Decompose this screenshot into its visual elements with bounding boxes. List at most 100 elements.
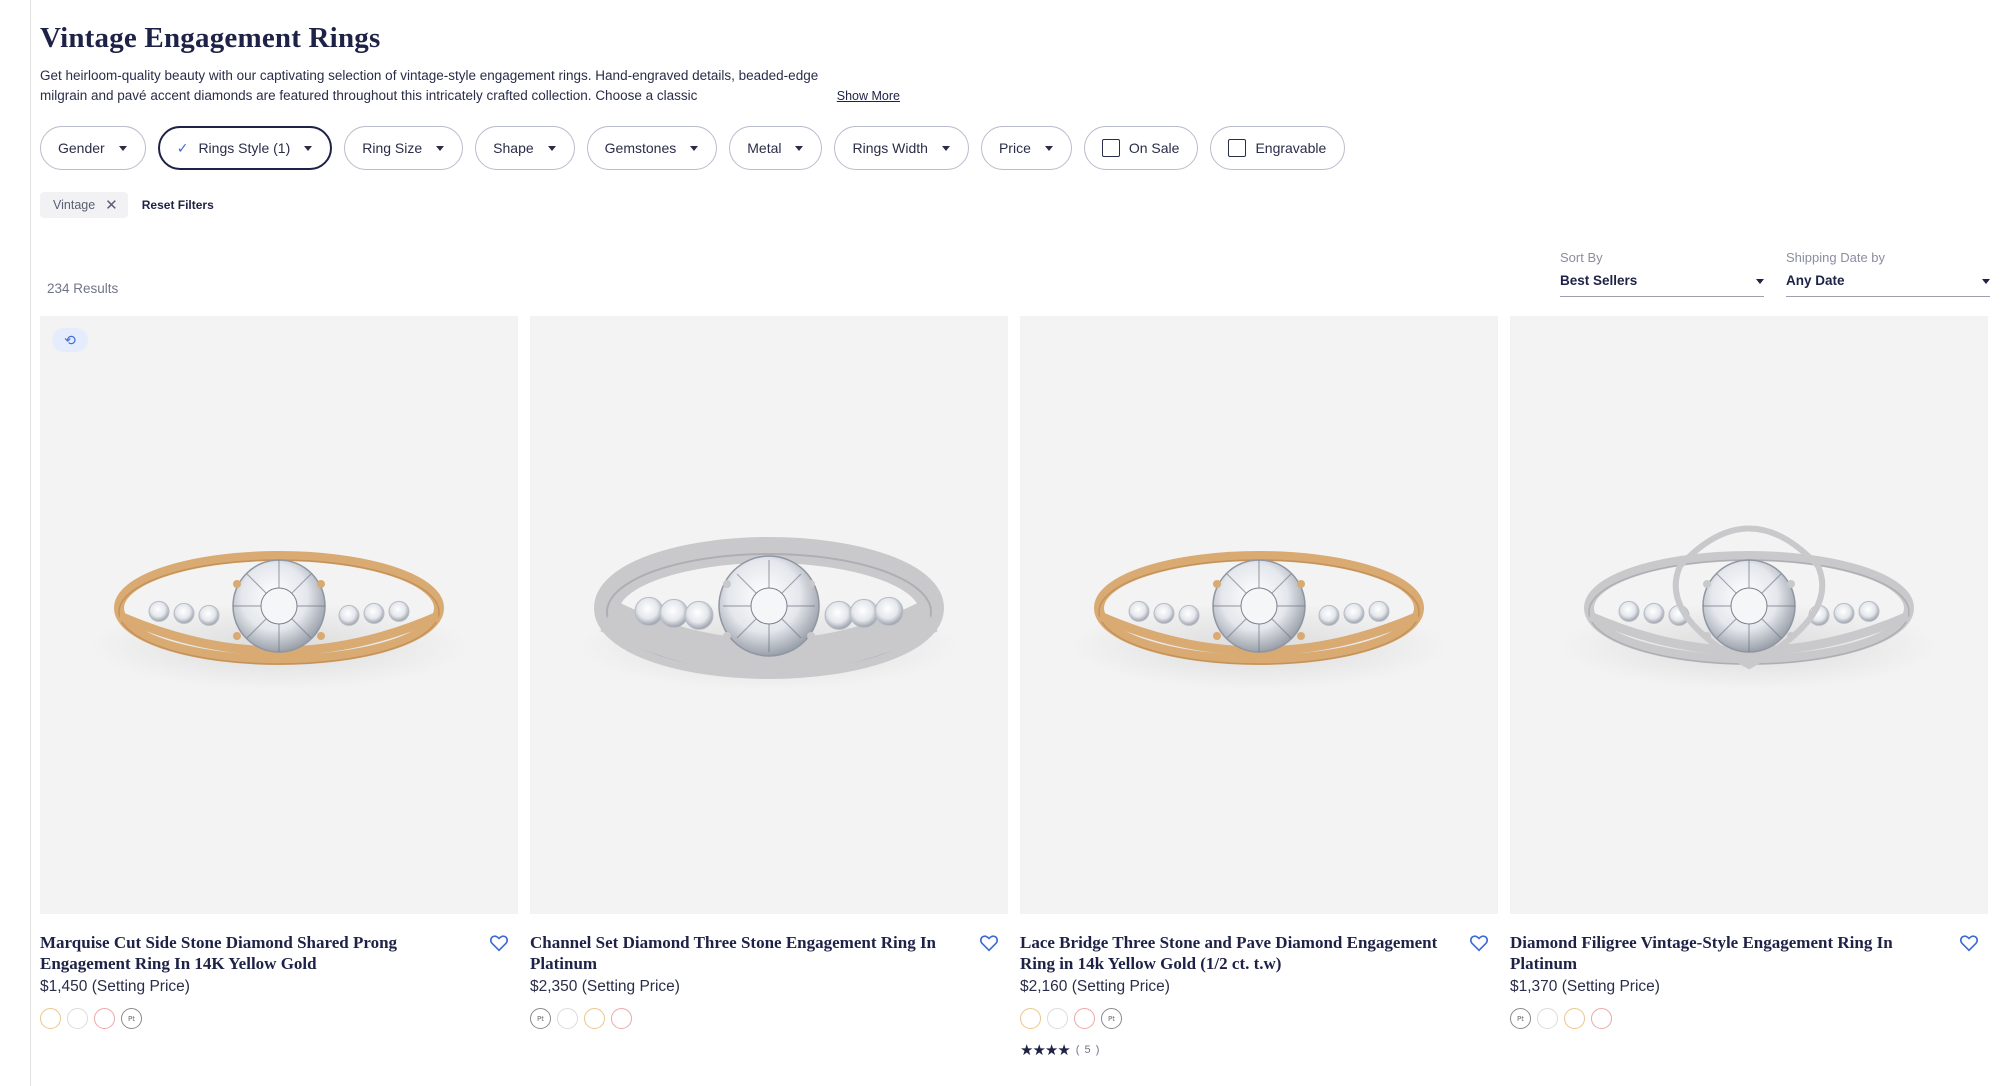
filter-on-sale[interactable]: On Sale bbox=[1083, 126, 1199, 170]
star-icons: ★★★★ bbox=[1020, 1042, 1071, 1059]
filter-bar: Gender ✓ Rings Style (1) Ring Size Shape Gems… bbox=[40, 126, 1346, 170]
filter-label: Rings Width bbox=[852, 140, 928, 156]
product-price: $2,160 (Setting Price) bbox=[1020, 978, 1170, 995]
page-description: Get heirloom-quality beauty with our cap… bbox=[40, 66, 900, 106]
chevron-down-icon bbox=[795, 145, 804, 151]
shipping-date-label: Shipping Date by bbox=[1786, 250, 1886, 265]
check-icon: ✓ bbox=[176, 139, 189, 156]
metal-swatches: Pt bbox=[530, 1008, 1008, 1029]
product-card: ⟲ Marquise Cut Side Stone Diamond Shared … bbox=[40, 316, 518, 1059]
product-card: Lace Bridge Three Stone and Pave Diamond… bbox=[1020, 316, 1498, 1059]
chevron-down-icon bbox=[547, 145, 556, 151]
chevron-down-icon bbox=[1982, 279, 1990, 284]
heart-icon[interactable] bbox=[1958, 932, 1980, 954]
filter-ring-size[interactable]: Ring Size bbox=[344, 126, 464, 170]
chevron-down-icon bbox=[1756, 279, 1764, 284]
metal-swatches: Pt bbox=[1510, 1008, 1988, 1029]
filter-engravable[interactable]: Engravable bbox=[1210, 126, 1346, 170]
sort-by-label: Sort By bbox=[1560, 250, 1603, 265]
product-image[interactable]: ⟲ bbox=[40, 316, 518, 914]
filter-label: Rings Style (1) bbox=[198, 140, 291, 156]
product-grid: ⟲ Marquise Cut Side Stone Diamond Shared … bbox=[40, 316, 1988, 1059]
shipping-date-value[interactable]: Any Date bbox=[1786, 271, 1990, 297]
filter-shape[interactable]: Shape bbox=[475, 126, 575, 170]
filter-gender[interactable]: Gender bbox=[40, 126, 146, 170]
rotate-icon: ⟲ bbox=[64, 331, 76, 348]
filter-label: Shape bbox=[493, 140, 534, 156]
swatch-white[interactable] bbox=[67, 1008, 88, 1029]
product-card: Diamond Filigree Vintage-Style Engagemen… bbox=[1510, 316, 1988, 1059]
swatch-white[interactable] bbox=[557, 1008, 578, 1029]
filter-metal[interactable]: Metal bbox=[729, 126, 823, 170]
swatch-plat[interactable]: Pt bbox=[530, 1008, 551, 1029]
product-price: $1,370 (Setting Price) bbox=[1510, 978, 1660, 995]
checkbox-icon[interactable] bbox=[1101, 139, 1120, 157]
swatch-yellow[interactable] bbox=[40, 1008, 61, 1029]
filter-rings-style-1[interactable]: ✓ Rings Style (1) bbox=[157, 126, 333, 170]
heart-icon[interactable] bbox=[1468, 932, 1490, 954]
filter-label: Gemstones bbox=[604, 140, 677, 156]
swatch-white[interactable] bbox=[1047, 1008, 1068, 1029]
reset-filters-link[interactable]: Reset Filters bbox=[142, 198, 214, 212]
sort-by-selected: Best Sellers bbox=[1560, 273, 1638, 288]
product-rating[interactable]: ★★★★ ( 5 ) bbox=[1020, 1041, 1498, 1059]
review-count: ( 5 ) bbox=[1075, 1044, 1101, 1056]
filter-label: Ring Size bbox=[362, 140, 423, 156]
swatch-yellow[interactable] bbox=[584, 1008, 605, 1029]
sort-by-select[interactable]: Sort By Best Sellers bbox=[1560, 250, 1764, 297]
swatch-rose[interactable] bbox=[1591, 1008, 1612, 1029]
ring-image bbox=[579, 537, 959, 690]
swatch-plat[interactable]: Pt bbox=[121, 1008, 142, 1029]
filter-gemstones[interactable]: Gemstones bbox=[586, 126, 718, 170]
description-text: Get heirloom-quality beauty with our cap… bbox=[40, 68, 819, 103]
shipping-date-select[interactable]: Shipping Date by Any Date bbox=[1786, 250, 1990, 297]
filter-label: Price bbox=[998, 140, 1031, 156]
product-name[interactable]: Lace Bridge Three Stone and Pave Diamond… bbox=[1020, 932, 1450, 974]
product-name[interactable]: Diamond Filigree Vintage-Style Engagemen… bbox=[1510, 932, 1940, 974]
swatch-yellow[interactable] bbox=[1020, 1008, 1041, 1029]
results-count: 234 Results bbox=[47, 281, 119, 296]
show-more-link[interactable]: Show More bbox=[830, 86, 900, 106]
product-name[interactable]: Channel Set Diamond Three Stone Engageme… bbox=[530, 932, 960, 974]
ring-image bbox=[1559, 525, 1939, 690]
close-icon[interactable]: ✕ bbox=[105, 196, 118, 214]
checkbox-icon[interactable] bbox=[1228, 139, 1247, 157]
sort-by-value[interactable]: Best Sellers bbox=[1560, 271, 1764, 297]
ring-image bbox=[89, 551, 469, 690]
chevron-down-icon bbox=[118, 145, 127, 151]
heart-icon[interactable] bbox=[488, 932, 510, 954]
metal-swatches: Pt bbox=[1020, 1008, 1498, 1029]
swatch-white[interactable] bbox=[1537, 1008, 1558, 1029]
filter-label: Engravable bbox=[1255, 140, 1327, 156]
chevron-down-icon bbox=[436, 145, 445, 151]
product-card: Channel Set Diamond Three Stone Engageme… bbox=[530, 316, 1008, 1059]
chevron-down-icon bbox=[690, 145, 699, 151]
shipping-date-selected: Any Date bbox=[1786, 273, 1845, 288]
product-image[interactable] bbox=[1510, 316, 1988, 914]
metal-swatches: Pt bbox=[40, 1008, 518, 1029]
swatch-rose[interactable] bbox=[611, 1008, 632, 1029]
ring-image bbox=[1069, 551, 1449, 690]
swatch-plat[interactable]: Pt bbox=[1101, 1008, 1122, 1029]
product-price: $1,450 (Setting Price) bbox=[40, 978, 190, 995]
filter-label: Gender bbox=[58, 140, 105, 156]
swatch-rose[interactable] bbox=[1074, 1008, 1095, 1029]
chevron-down-icon bbox=[304, 145, 313, 151]
product-image[interactable] bbox=[1020, 316, 1498, 914]
chip-label: Vintage bbox=[53, 198, 96, 212]
chevron-down-icon bbox=[941, 145, 950, 151]
swatch-rose[interactable] bbox=[94, 1008, 115, 1029]
chevron-down-icon bbox=[1044, 145, 1053, 151]
swatch-plat[interactable]: Pt bbox=[1510, 1008, 1531, 1029]
product-name[interactable]: Marquise Cut Side Stone Diamond Shared P… bbox=[40, 932, 470, 974]
product-image[interactable] bbox=[530, 316, 1008, 914]
view-360-icon[interactable]: ⟲ bbox=[52, 328, 88, 352]
swatch-yellow[interactable] bbox=[1564, 1008, 1585, 1029]
filter-chip-vintage: Vintage ✕ bbox=[40, 192, 128, 218]
product-price: $2,350 (Setting Price) bbox=[530, 978, 680, 995]
filter-price[interactable]: Price bbox=[980, 126, 1072, 170]
filter-rings-width[interactable]: Rings Width bbox=[834, 126, 969, 170]
filter-label: Metal bbox=[747, 140, 782, 156]
heart-icon[interactable] bbox=[978, 932, 1000, 954]
page-left-border bbox=[30, 0, 31, 1086]
